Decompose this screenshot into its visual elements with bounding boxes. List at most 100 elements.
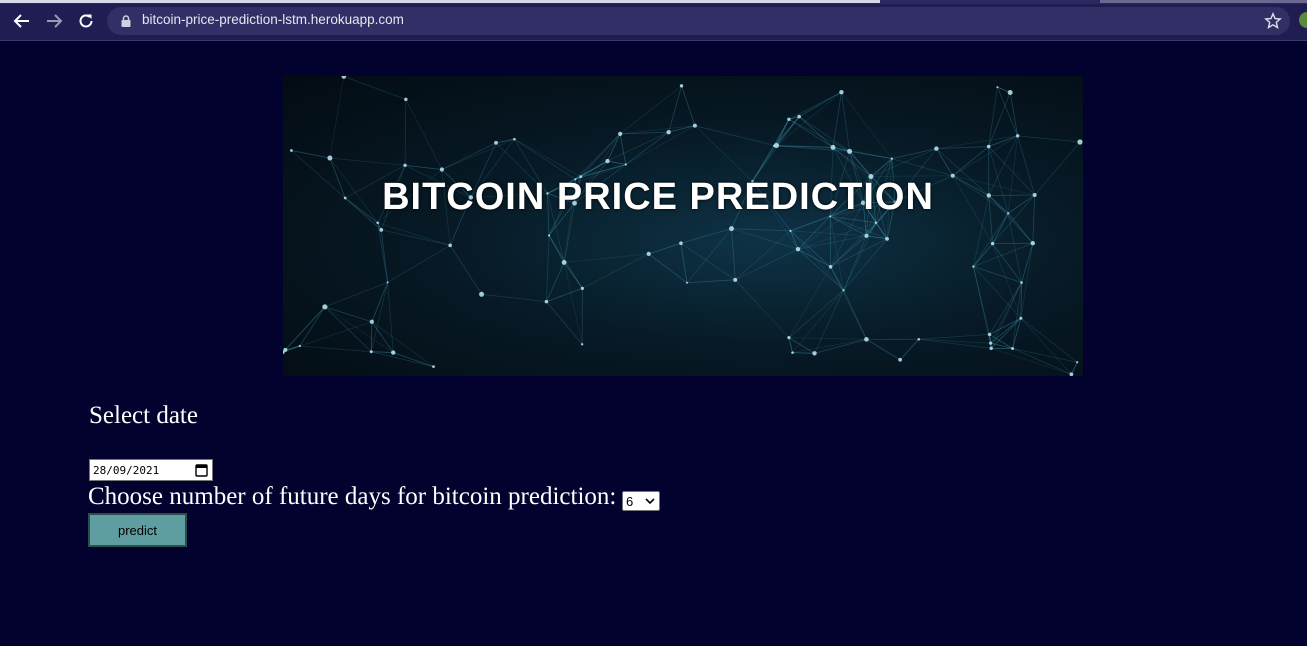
- network-node: [618, 131, 623, 136]
- star-icon[interactable]: [1264, 12, 1282, 30]
- network-node: [1076, 361, 1079, 364]
- network-node: [1015, 134, 1020, 138]
- network-node: [864, 337, 869, 342]
- chevron-down-icon[interactable]: [645, 497, 655, 505]
- calendar-icon[interactable]: [195, 463, 208, 477]
- network-link: [648, 253, 688, 284]
- network-node: [439, 167, 445, 172]
- network-node: [1077, 139, 1083, 145]
- network-link: [324, 306, 372, 323]
- network-link: [405, 164, 442, 170]
- network-node: [830, 144, 836, 150]
- predict-button[interactable]: predict: [88, 513, 187, 547]
- network-node: [327, 155, 333, 161]
- network-link: [788, 91, 842, 120]
- network-node: [289, 149, 293, 152]
- date-input-value[interactable]: 28/09/2021: [93, 464, 159, 477]
- network-node: [679, 241, 683, 246]
- network-node: [791, 351, 794, 354]
- date-input[interactable]: 28/09/2021: [89, 459, 213, 481]
- network-link: [997, 86, 1019, 137]
- network-link: [776, 91, 842, 146]
- network-node: [890, 157, 894, 160]
- network-node: [864, 233, 869, 238]
- network-node: [448, 243, 452, 248]
- network-node: [787, 336, 791, 340]
- network-link: [918, 338, 992, 349]
- network-background: [283, 76, 1083, 376]
- network-link: [377, 222, 451, 246]
- network-link: [731, 228, 736, 280]
- select-date-label: Select date: [89, 402, 198, 429]
- network-link: [790, 230, 844, 291]
- forward-button[interactable]: [42, 9, 66, 33]
- network-node: [494, 140, 498, 145]
- network-link: [734, 279, 790, 338]
- network-link: [798, 91, 842, 117]
- network-node: [885, 236, 889, 241]
- network-link: [607, 160, 626, 165]
- network-node: [989, 346, 993, 351]
- network-link: [988, 87, 998, 147]
- network-node: [547, 234, 551, 237]
- network-link: [387, 244, 451, 283]
- network-node: [733, 277, 738, 282]
- network-node: [692, 123, 697, 128]
- network-node: [341, 76, 347, 79]
- network-node: [679, 84, 684, 88]
- network-node: [795, 247, 801, 252]
- network-link: [973, 266, 990, 335]
- network-link: [792, 352, 815, 354]
- network-node: [376, 221, 379, 225]
- network-node: [386, 281, 389, 284]
- network-node: [322, 304, 328, 310]
- network-node: [369, 319, 374, 324]
- network-link: [668, 125, 695, 133]
- network-node: [685, 281, 688, 284]
- network-link: [694, 125, 753, 182]
- extension-icon[interactable]: [1299, 12, 1307, 28]
- back-button[interactable]: [10, 9, 34, 33]
- url-text[interactable]: bitcoin-price-prediction-lstm.herokuapp.…: [142, 12, 404, 27]
- reload-button[interactable]: [74, 9, 98, 33]
- future-days-value[interactable]: 6: [626, 494, 633, 509]
- network-link: [788, 118, 834, 148]
- network-link: [1012, 348, 1078, 363]
- network-node: [298, 344, 301, 348]
- network-link: [832, 92, 842, 148]
- network-link: [680, 228, 732, 244]
- network-link: [790, 230, 867, 237]
- network-node: [646, 251, 651, 256]
- network-link: [625, 131, 669, 165]
- network-link: [686, 228, 732, 283]
- network-node: [1011, 347, 1015, 351]
- network-node: [666, 129, 671, 135]
- network-node: [812, 351, 817, 356]
- network-link: [404, 99, 407, 166]
- network-link: [918, 338, 991, 344]
- network-link: [370, 321, 373, 352]
- network-link: [1017, 135, 1081, 143]
- network-link: [343, 76, 406, 100]
- tab-edge: [1100, 0, 1307, 3]
- network-node: [624, 163, 627, 166]
- active-tab-edge: [0, 0, 880, 3]
- network-node: [1007, 89, 1013, 95]
- network-link: [694, 125, 777, 146]
- network-node: [729, 226, 735, 232]
- network-link: [952, 146, 989, 176]
- network-node: [580, 286, 584, 290]
- network-node: [561, 260, 567, 265]
- network-link: [393, 352, 434, 367]
- network-node: [404, 97, 408, 102]
- lock-icon[interactable]: [119, 14, 133, 28]
- network-link: [989, 282, 1022, 335]
- network-node: [513, 137, 516, 141]
- network-link: [481, 293, 547, 303]
- network-node: [403, 163, 407, 167]
- network-node: [369, 350, 373, 354]
- network-node: [787, 117, 791, 121]
- reload-icon: [79, 14, 93, 28]
- address-bar[interactable]: bitcoin-price-prediction-lstm.herokuapp.…: [107, 7, 1290, 35]
- future-days-select[interactable]: 6: [622, 491, 660, 511]
